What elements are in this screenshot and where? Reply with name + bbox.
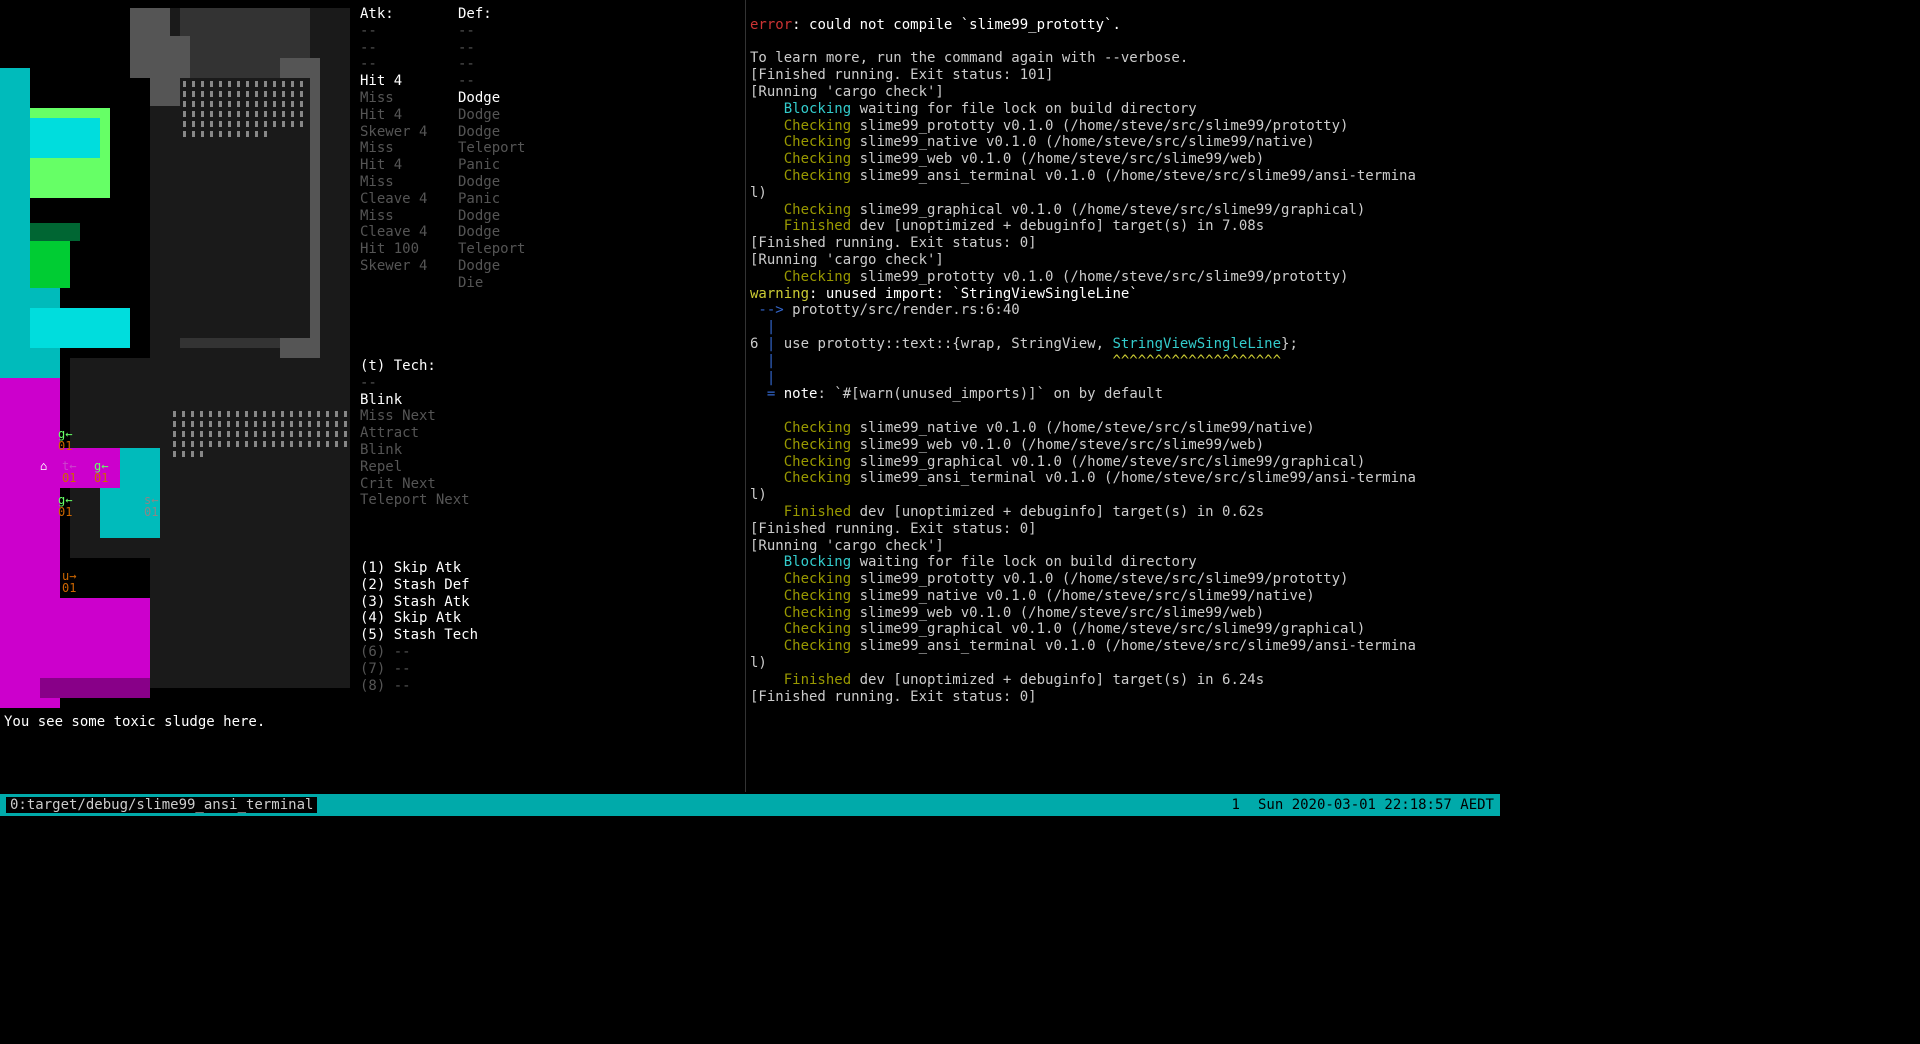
atk-value: Skewer 4 [360, 124, 458, 141]
tmux-window-index: 1 [1232, 797, 1240, 814]
stat-row: Cleave 4Panic [360, 191, 740, 208]
tmux-status-bar[interactable]: 0:target/debug/slime99_ansi_terminal 1 S… [0, 794, 1500, 816]
stat-row: MissDodge [360, 90, 740, 107]
stat-row: Hit 100Teleport [360, 241, 740, 258]
def-value: Dodge [458, 90, 500, 107]
def-value: Teleport [458, 241, 525, 258]
def-value: -- [458, 73, 475, 90]
atk-value: -- [360, 40, 458, 57]
atk-value: Miss [360, 90, 458, 107]
action-item[interactable]: (3) Stash Atk [360, 594, 478, 611]
def-value: Dodge [458, 174, 500, 191]
term-error: error [750, 17, 792, 33]
actions-panel: (1) Skip Atk(2) Stash Def(3) Stash Atk(4… [360, 560, 478, 694]
stat-row: Hit 4Dodge [360, 107, 740, 124]
atk-value: -- [360, 56, 458, 73]
def-value: Dodge [458, 107, 500, 124]
tech-item: Repel [360, 459, 470, 476]
def-value: Die [458, 275, 483, 292]
tech-item: Blink [360, 392, 470, 409]
terminal-pane[interactable]: error: could not compile `slime99_protot… [745, 0, 1500, 792]
def-value: -- [458, 40, 475, 57]
action-item[interactable]: (2) Stash Def [360, 577, 478, 594]
action-item[interactable]: (7) -- [360, 661, 478, 678]
main-split: g←01 ⌂ t←01 g←01 g←01 s←01 u→01 Atk: Def… [0, 0, 1500, 792]
def-value: Dodge [458, 124, 500, 141]
tmux-clock: Sun 2020-03-01 22:18:57 AEDT [1258, 797, 1494, 814]
def-value: -- [458, 56, 475, 73]
action-item[interactable]: (1) Skip Atk [360, 560, 478, 577]
atk-value: Skewer 4 [360, 258, 458, 275]
tech-item: Teleport Next [360, 492, 470, 509]
action-item[interactable]: (5) Stash Tech [360, 627, 478, 644]
atk-value: Cleave 4 [360, 224, 458, 241]
stat-row: MissTeleport [360, 140, 740, 157]
atk-value: -- [360, 23, 458, 40]
atk-value: Hit 4 [360, 157, 458, 174]
stat-row: ---- [360, 56, 740, 73]
stat-row: Skewer 4Dodge [360, 258, 740, 275]
tech-item: Miss Next [360, 408, 470, 425]
atk-value: Hit 100 [360, 241, 458, 258]
atk-value: Miss [360, 140, 458, 157]
term-warning: warning [750, 286, 809, 302]
def-value: Dodge [458, 258, 500, 275]
atk-value: Cleave 4 [360, 191, 458, 208]
tech-item: Attract [360, 425, 470, 442]
tmux-tab-0[interactable]: 0:target/debug/slime99_ansi_terminal [6, 797, 317, 813]
tech-panel: (t) Tech: --BlinkMiss NextAttractBlinkRe… [360, 358, 470, 509]
tech-item: Crit Next [360, 476, 470, 493]
stat-row: Hit 4Panic [360, 157, 740, 174]
def-value: Teleport [458, 140, 525, 157]
game-pane[interactable]: g←01 ⌂ t←01 g←01 g←01 s←01 u→01 Atk: Def… [0, 0, 745, 792]
stat-row: ---- [360, 40, 740, 57]
def-value: Panic [458, 157, 500, 174]
message-line: You see some toxic sludge here. [4, 714, 265, 731]
action-item[interactable]: (6) -- [360, 644, 478, 661]
atk-value: Hit 4 [360, 107, 458, 124]
tech-item: Blink [360, 442, 470, 459]
stat-row: Die [360, 275, 740, 292]
def-value: Panic [458, 191, 500, 208]
tech-item: -- [360, 375, 470, 392]
def-value: -- [458, 23, 475, 40]
atk-value: Miss [360, 208, 458, 225]
atk-value: Hit 4 [360, 73, 458, 90]
stat-row: Skewer 4Dodge [360, 124, 740, 141]
tech-header: (t) Tech: [360, 358, 470, 375]
atk-header: Atk: [360, 6, 458, 23]
def-header: Def: [458, 6, 492, 23]
stats-panel: Atk: Def: ------------Hit 4--MissDodgeHi… [360, 6, 740, 292]
def-value: Dodge [458, 224, 500, 241]
stat-row: ---- [360, 23, 740, 40]
stat-row: MissDodge [360, 174, 740, 191]
stat-row: Hit 4-- [360, 73, 740, 90]
stat-row: MissDodge [360, 208, 740, 225]
atk-value [360, 275, 458, 292]
action-item[interactable]: (4) Skip Atk [360, 610, 478, 627]
stat-row: Cleave 4Dodge [360, 224, 740, 241]
game-map[interactable]: g←01 ⌂ t←01 g←01 g←01 s←01 u→01 [0, 8, 350, 708]
def-value: Dodge [458, 208, 500, 225]
atk-value: Miss [360, 174, 458, 191]
action-item[interactable]: (8) -- [360, 678, 478, 695]
